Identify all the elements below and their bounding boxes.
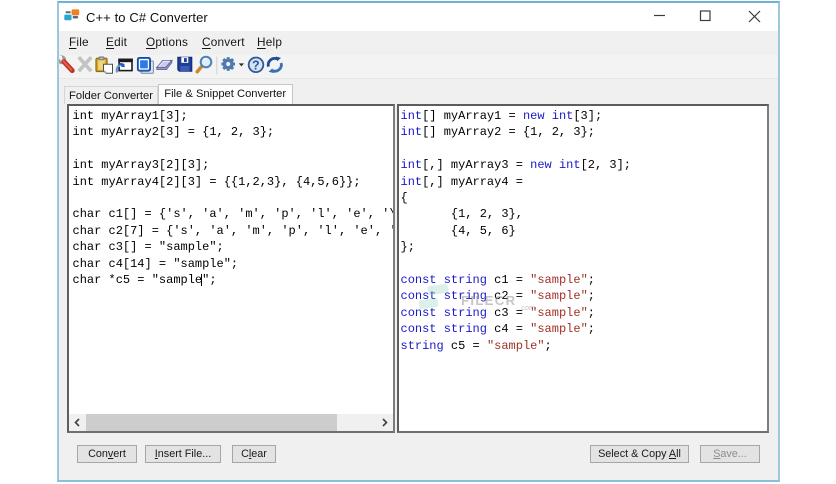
svg-text:?: ?: [252, 58, 260, 72]
